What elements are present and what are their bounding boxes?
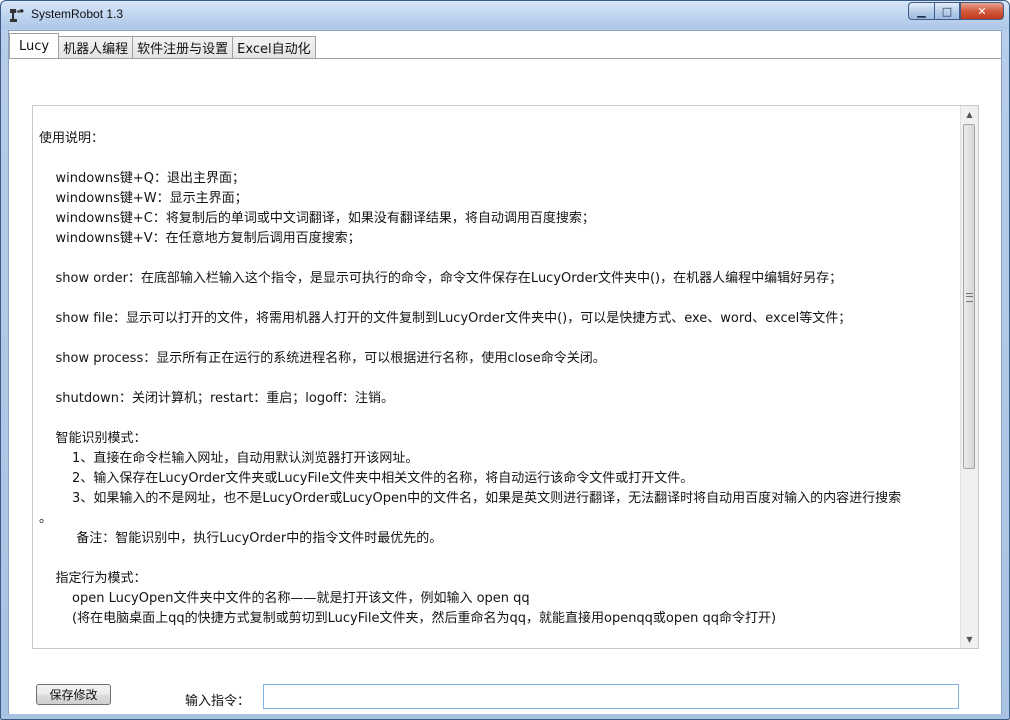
instruction-line: [39, 149, 959, 169]
instruction-line: [39, 549, 959, 569]
instruction-line: shutdown：关闭计算机；restart：重启；logoff：注销。: [39, 391, 395, 406]
instruction-line: open LucyOpen文件夹中文件的名称——就是打开该文件，例如输入 ope…: [39, 591, 530, 606]
lucy-tab-panel: 使用说明： windowns键+Q：退出主界面； windowns键+W：显示主…: [9, 58, 1001, 714]
instruction-line: [39, 369, 959, 389]
window-controls: ▁ □ ✕: [908, 2, 1004, 21]
instructions-text: 使用说明： windowns键+Q：退出主界面； windowns键+W：显示主…: [39, 129, 959, 629]
instruction-line: [39, 409, 959, 429]
instruction-line: 智能识别模式：: [39, 431, 147, 446]
instruction-line: show process：显示所有正在运行的系统进程名称，可以根据进行名称，使用…: [39, 351, 606, 366]
instruction-line: 1、直接在命令栏输入网址，自动用默认浏览器打开该网址。: [39, 451, 419, 466]
title-bar[interactable]: SystemRobot 1.3 ▁ □ ✕: [1, 1, 1009, 29]
instruction-line: windowns键+V：在任意地方复制后调用百度搜索；: [39, 231, 361, 246]
instruction-line: 。: [39, 511, 53, 526]
instruction-line: [39, 249, 959, 269]
maximize-button[interactable]: □: [934, 2, 960, 20]
instruction-line: 备注：智能识别中，执行LucyOrder中的指令文件时最优先的。: [39, 531, 443, 546]
minimize-button[interactable]: ▁: [908, 2, 934, 20]
instruction-line: (将在电脑桌面上qq的快捷方式复制或剪切到LucyFile文件夹，然后重命名为q…: [39, 611, 777, 626]
app-window: SystemRobot 1.3 ▁ □ ✕ Lucy 机器人编程 软件注册与设置…: [0, 0, 1010, 720]
scroll-down-icon[interactable]: ▼: [961, 631, 978, 648]
tab-label: 软件注册与设置: [137, 42, 229, 57]
save-button-label: 保存修改: [49, 688, 98, 702]
tab-label: Excel自动化: [237, 42, 311, 57]
window-title: SystemRobot 1.3: [31, 7, 124, 21]
command-label: 输入指令：: [185, 694, 251, 709]
close-icon: ✕: [977, 4, 987, 18]
instruction-line: 使用说明：: [39, 131, 105, 146]
grip-icon: [966, 293, 973, 302]
save-changes-button[interactable]: 保存修改: [36, 684, 111, 705]
instruction-line: [39, 289, 959, 309]
close-button[interactable]: ✕: [960, 2, 1004, 20]
instruction-line: windowns键+W：显示主界面；: [39, 191, 248, 206]
instruction-line: windowns键+C：将复制后的单词或中文词翻译，如果没有翻译结果，将自动调用…: [39, 211, 595, 226]
vertical-scrollbar[interactable]: ▲ ▼: [960, 106, 978, 648]
scroll-up-icon[interactable]: ▲: [961, 106, 978, 123]
robot-icon: [10, 9, 24, 22]
tab-label: 机器人编程: [63, 42, 129, 57]
tab-label: Lucy: [19, 38, 50, 54]
instruction-line: 3、如果输入的不是网址，也不是LucyOrder或LucyOpen中的文件名，如…: [39, 491, 902, 506]
instruction-line: 2、输入保存在LucyOrder文件夹或LucyFile文件夹中相关文件的名称，…: [39, 471, 694, 486]
instructions-textarea[interactable]: 使用说明： windowns键+Q：退出主界面； windowns键+W：显示主…: [32, 105, 979, 649]
tab-excel-automation[interactable]: Excel自动化: [232, 36, 316, 58]
command-input[interactable]: [263, 684, 959, 709]
tab-lucy[interactable]: Lucy: [9, 33, 60, 58]
client-area: Lucy 机器人编程 软件注册与设置 Excel自动化 使用说明： window…: [8, 30, 1002, 714]
scroll-thumb[interactable]: [963, 124, 975, 469]
instruction-line: show file：显示可以打开的文件，将需用机器人打开的文件复制到LucyOr…: [39, 311, 852, 326]
tab-strip: Lucy 机器人编程 软件注册与设置 Excel自动化: [9, 33, 316, 58]
instruction-line: show order：在底部输入栏输入这个指令，是显示可执行的命令，命令文件保存…: [39, 271, 843, 286]
maximize-icon: □: [941, 4, 953, 18]
instruction-line: 指定行为模式：: [39, 571, 147, 586]
instruction-line: windowns键+Q：退出主界面；: [39, 171, 245, 186]
tab-robot-programming[interactable]: 机器人编程: [58, 36, 134, 58]
minimize-icon: ▁: [917, 4, 926, 18]
tab-registration-settings[interactable]: 软件注册与设置: [132, 36, 234, 58]
instruction-line: [39, 329, 959, 349]
